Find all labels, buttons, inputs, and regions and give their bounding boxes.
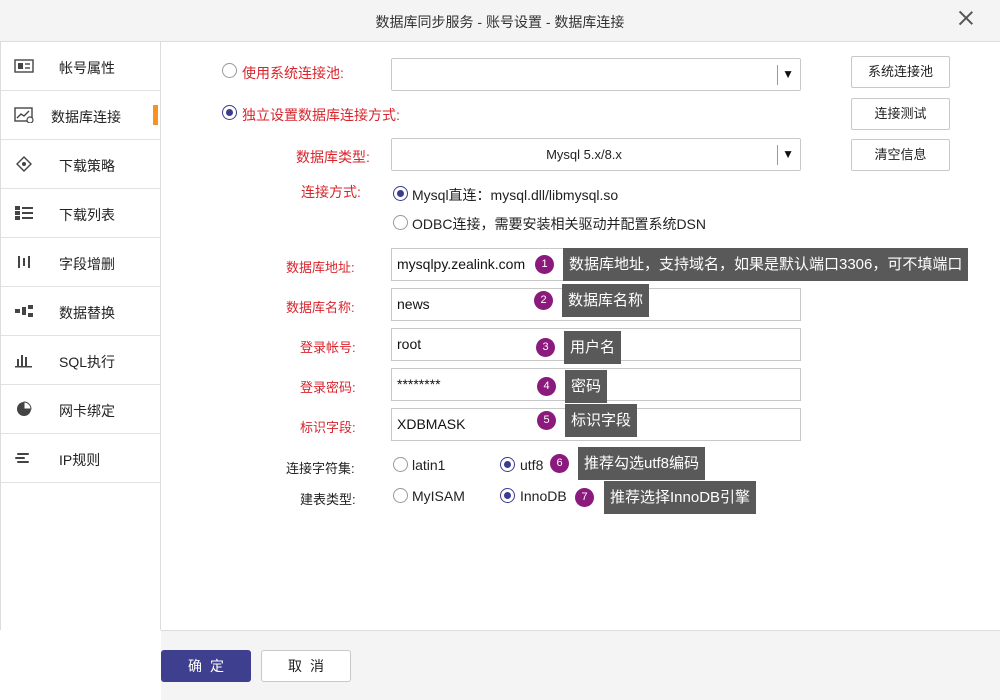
annotation-badge: 6 [550, 454, 569, 473]
dialog-footer: 确定 取消 [161, 630, 1000, 700]
sidebar: 帐号属性 数据库连接 下载策略 下载列表 字段增删 数据替换 SQL执行 网卡绑… [0, 42, 161, 630]
mysql-direct-label: Mysql直连：mysql.dll/libmysql.so [412, 187, 619, 203]
db-name-label: 数据库名称: [286, 300, 355, 315]
annotation-tooltip: 密码 [565, 370, 608, 403]
odbc-label: ODBC连接，需要安装相关驱动并配置系统DSN [412, 216, 707, 232]
annotation-tooltip: 标识字段 [565, 404, 638, 437]
connection-method-label: 连接方式: [301, 184, 361, 200]
login-account-label: 登录帐号: [300, 340, 356, 355]
sidebar-item-label: IP规则 [59, 452, 101, 468]
bar-chart-icon [15, 355, 32, 368]
charset-utf8-label: utf8 [520, 457, 544, 473]
table-innodb-label: InnoDB [520, 488, 567, 504]
sidebar-item-label: SQL执行 [59, 354, 116, 370]
sidebar-item-ip-rules[interactable]: IP规则 [1, 434, 160, 483]
system-pool-radio[interactable] [222, 63, 237, 78]
system-pool-label: 使用系统连接池: [242, 65, 344, 81]
rule-lines-icon [15, 453, 29, 463]
charset-utf8-radio[interactable] [500, 457, 515, 472]
sidebar-item-account-properties[interactable]: 帐号属性 [1, 42, 160, 91]
charset-label: 连接字符集: [286, 461, 355, 476]
custom-connection-radio[interactable] [222, 105, 237, 120]
table-innodb-radio[interactable] [500, 488, 515, 503]
annotation-tooltip: 用户名 [564, 331, 622, 364]
close-icon[interactable] [958, 10, 974, 26]
sidebar-item-download-strategy[interactable]: 下载策略 [1, 140, 160, 189]
window-title: 数据库同步服务 - 账号设置 - 数据库连接 [375, 14, 625, 30]
sidebar-item-nic-binding[interactable]: 网卡绑定 [1, 385, 160, 434]
sidebar-item-label: 下载策略 [59, 158, 115, 174]
main-content: 使用系统连接池: ▼ 系统连接池 独立设置数据库连接方式: 连接测试 数据库类型… [161, 42, 1000, 630]
test-connection-button[interactable]: 连接测试 [851, 98, 950, 130]
sidebar-item-label: 数据替换 [59, 305, 115, 321]
system-pool-select[interactable]: ▼ [391, 58, 801, 91]
table-type-label: 建表类型: [300, 492, 356, 507]
sidebar-item-label: 下载列表 [59, 207, 115, 223]
odbc-radio[interactable] [393, 215, 408, 230]
cancel-button[interactable]: 取消 [261, 650, 351, 682]
annotation-badge: 2 [534, 291, 553, 310]
annotation-badge: 3 [536, 338, 555, 357]
database-chart-icon [14, 107, 34, 123]
table-myisam-radio[interactable] [393, 488, 408, 503]
annotation-badge: 4 [537, 377, 556, 396]
diamond-node-icon [16, 156, 32, 172]
replace-blocks-icon [15, 305, 33, 317]
mark-field-label: 标识字段: [300, 420, 356, 435]
annotation-tooltip: 推荐选择InnoDB引擎 [604, 481, 757, 514]
annotation-badge: 7 [575, 488, 594, 507]
list-icon [15, 206, 33, 220]
pie-chart-icon [17, 401, 32, 416]
annotation-badge: 5 [537, 411, 556, 430]
sidebar-item-label: 帐号属性 [59, 60, 115, 76]
sidebar-item-sql-exec[interactable]: SQL执行 [1, 336, 160, 385]
system-pool-button[interactable]: 系统连接池 [851, 56, 950, 88]
db-address-label: 数据库地址: [286, 260, 355, 275]
db-type-label: 数据库类型: [296, 149, 370, 165]
charset-latin1-label: latin1 [412, 457, 446, 473]
annotation-badge: 1 [535, 255, 554, 274]
sidebar-item-database-connection[interactable]: 数据库连接 [1, 91, 160, 140]
sidebar-item-label: 网卡绑定 [59, 403, 115, 419]
title-bar: 数据库同步服务 - 账号设置 - 数据库连接 [0, 0, 1000, 42]
sidebar-item-data-replace[interactable]: 数据替换 [1, 287, 160, 336]
annotation-tooltip: 数据库地址，支持域名，如果是默认端口3306，可不填端口 [563, 248, 969, 281]
mysql-direct-radio[interactable] [393, 186, 408, 201]
clear-info-button[interactable]: 清空信息 [851, 139, 950, 171]
dropdown-arrow-icon: ▼ [782, 67, 794, 81]
sidebar-item-label: 数据库连接 [51, 109, 121, 125]
sidebar-item-label: 字段增删 [59, 256, 115, 272]
confirm-button[interactable]: 确定 [161, 650, 251, 682]
sidebar-item-download-list[interactable]: 下载列表 [1, 189, 160, 238]
dropdown-arrow-icon: ▼ [782, 147, 794, 161]
annotation-tooltip: 推荐勾选utf8编码 [578, 447, 706, 480]
annotation-tooltip: 数据库名称 [562, 284, 650, 317]
field-bars-icon [18, 256, 30, 268]
charset-latin1-radio[interactable] [393, 457, 408, 472]
active-indicator [153, 105, 158, 125]
custom-connection-label: 独立设置数据库连接方式: [242, 107, 400, 123]
db-type-select[interactable]: Mysql 5.x/8.x ▼ [391, 138, 801, 171]
login-password-label: 登录密码: [300, 380, 356, 395]
table-myisam-label: MyISAM [412, 488, 465, 504]
sidebar-item-field-edit[interactable]: 字段增删 [1, 238, 160, 287]
select-value: Mysql 5.x/8.x [546, 147, 622, 162]
profile-card-icon [14, 59, 34, 73]
